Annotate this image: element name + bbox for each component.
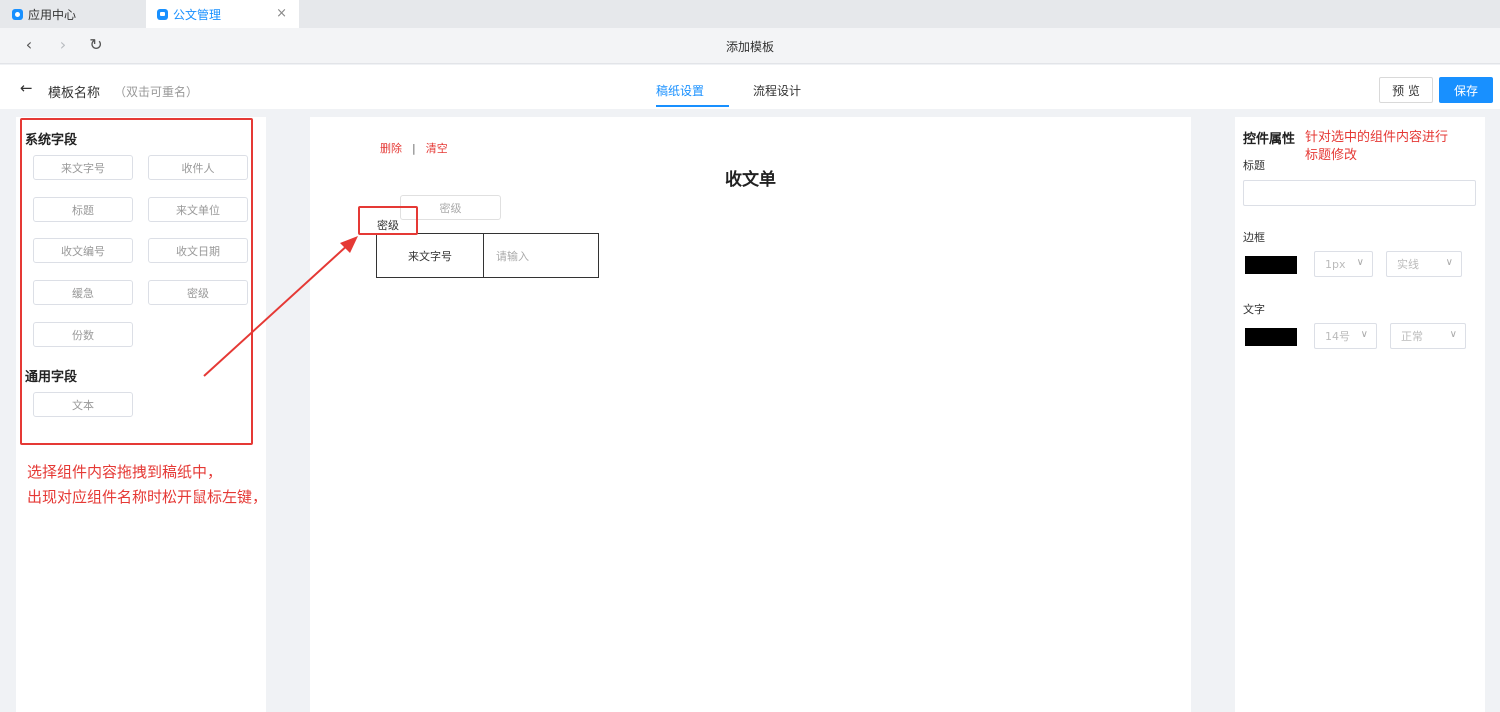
annotation-arrow: [203, 236, 358, 377]
